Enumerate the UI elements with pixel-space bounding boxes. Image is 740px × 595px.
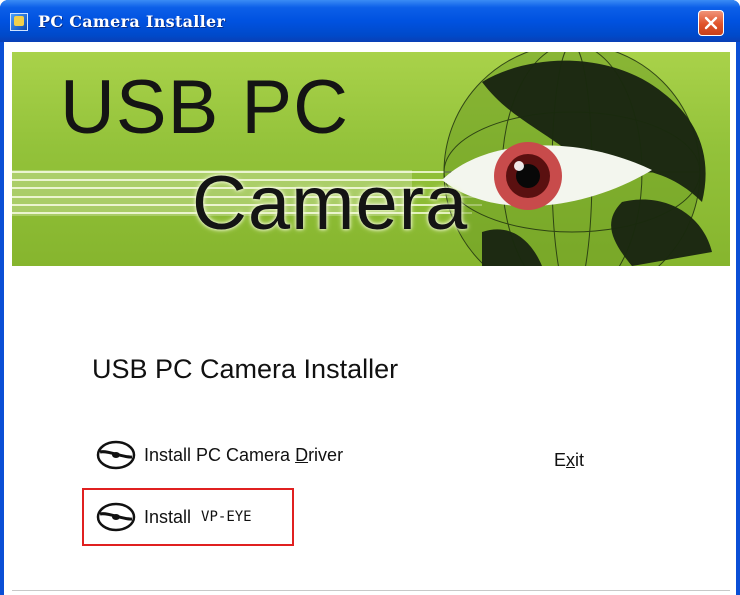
install-driver-button[interactable]: Install PC Camera Driver — [96, 438, 343, 472]
installer-window: PC Camera Installer USB PC Camera USB PC… — [0, 0, 740, 595]
install-vp-eye-label: Install — [144, 506, 192, 527]
title-bar[interactable]: PC Camera Installer — [0, 0, 740, 42]
install-driver-label: Install PC Camera Driver — [144, 444, 344, 465]
close-button[interactable] — [698, 10, 724, 36]
close-icon — [704, 16, 718, 30]
install-vp-eye-button[interactable]: Install VP-EYE — [82, 488, 294, 546]
cd-disc-icon — [96, 502, 136, 532]
bottom-divider — [12, 590, 730, 591]
installer-heading: USB PC Camera Installer — [92, 354, 399, 384]
window-title: PC Camera Installer — [38, 12, 226, 31]
client-area: USB PC Camera USB PC Camera Installer In… — [4, 42, 736, 595]
exit-button[interactable]: Exit — [554, 450, 584, 471]
vp-eye-product-name: VP-EYE — [201, 509, 252, 525]
cd-disc-icon — [96, 440, 136, 470]
app-icon[interactable] — [10, 13, 28, 31]
banner-title-line1: USB PC — [60, 65, 349, 150]
banner: USB PC Camera — [12, 52, 730, 266]
banner-title-line2: Camera — [192, 161, 469, 246]
